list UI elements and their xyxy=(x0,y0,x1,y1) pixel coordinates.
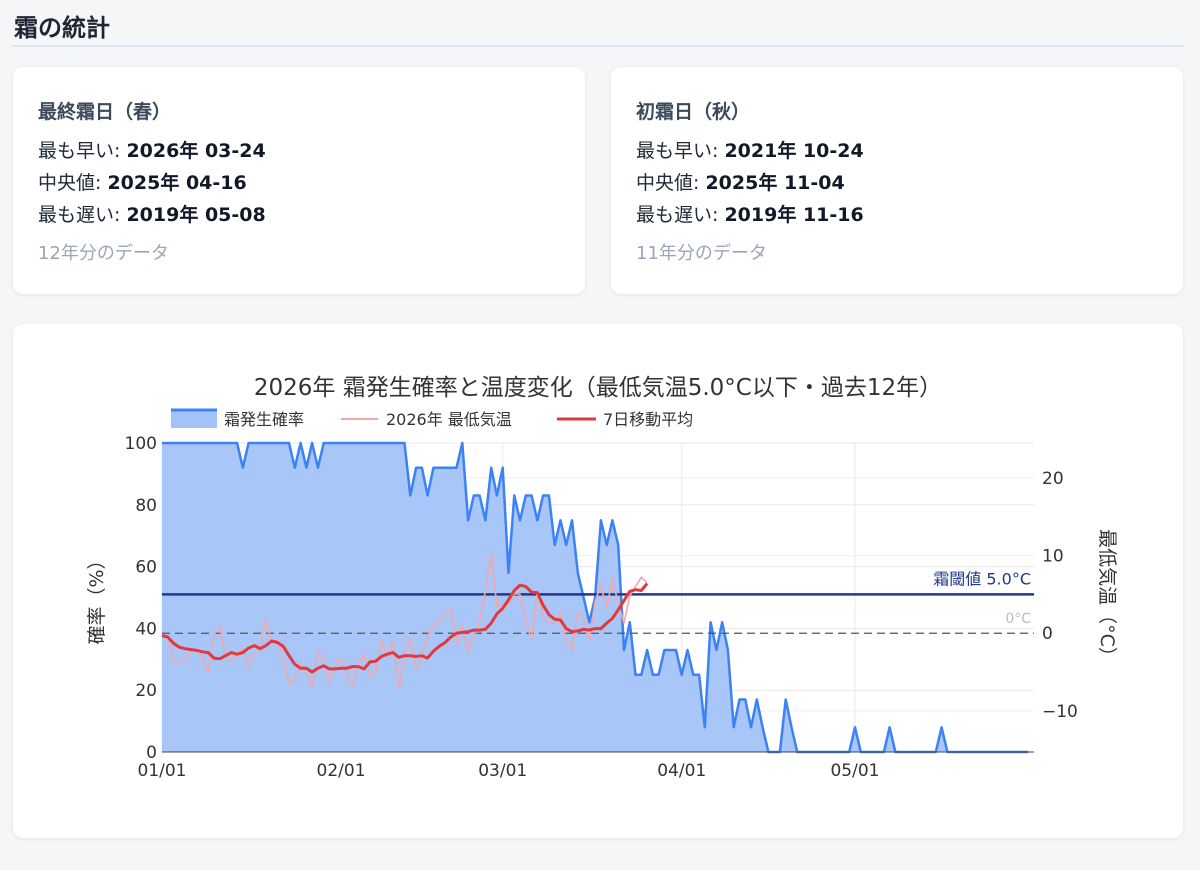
y2-axis-title: 最低気温（°C） xyxy=(1096,529,1118,666)
last-frost-earliest: 最も早い: 2026年 03-24 xyxy=(38,136,266,163)
y-tick-label: 60 xyxy=(135,558,157,578)
last-frost-heading: 最終霜日（春） xyxy=(38,101,172,123)
y2-tick-label: −10 xyxy=(1042,702,1078,722)
title-divider xyxy=(12,45,1184,47)
page-title: 霜の統計 xyxy=(14,14,110,42)
y2-tick-label: 20 xyxy=(1042,469,1064,489)
last-frost-card: 最終霜日（春） 最も早い: 2026年 03-24 中央値: 2025年 04-… xyxy=(13,67,585,294)
first-frost-earliest: 最も早い: 2021年 10-24 xyxy=(636,136,864,163)
last-frost-median: 中央値: 2025年 04-16 xyxy=(38,168,247,195)
last-frost-latest: 最も遅い: 2019年 05-08 xyxy=(38,200,266,227)
latest-value: 2019年 05-08 xyxy=(126,204,266,226)
median-label: 中央値: xyxy=(38,172,108,194)
x-tick-label: 03/01 xyxy=(478,761,527,781)
first-frost-heading: 初霜日（秋） xyxy=(636,101,751,123)
zero-degree-label: 0°C xyxy=(1005,611,1031,627)
legend-label-probability: 霜発生確率 xyxy=(224,410,304,429)
frost-chart-card: 0°C 霜閾値 5.0°C 0 20 40 60 80 100 −10 0 10 20 01/01 02/… xyxy=(13,324,1183,838)
frost-threshold-label: 霜閾値 5.0°C xyxy=(933,569,1031,588)
last-frost-data-note: 12年分のデータ xyxy=(38,243,169,264)
earliest-label: 最も早い: xyxy=(38,140,127,162)
earliest-value: 2026年 03-24 xyxy=(126,140,266,162)
x-tick-label: 04/01 xyxy=(657,761,706,781)
legend-label-moving-average: 7日移動平均 xyxy=(603,410,693,429)
x-tick-label: 05/01 xyxy=(830,761,879,781)
earliest-label: 最も早い: xyxy=(636,140,725,162)
first-frost-data-note: 11年分のデータ xyxy=(636,243,767,264)
median-value: 2025年 04-16 xyxy=(107,172,247,194)
y-tick-label: 40 xyxy=(135,619,157,639)
legend-label-min-temp: 2026年 最低気温 xyxy=(386,410,512,429)
y2-tick-label: 10 xyxy=(1042,547,1064,567)
y-tick-label: 20 xyxy=(135,681,157,701)
frost-probability-chart: 0°C 霜閾値 5.0°C 0 20 40 60 80 100 −10 0 10 20 01/01 02/… xyxy=(86,375,1118,781)
y-tick-label: 0 xyxy=(146,743,157,763)
latest-label: 最も遅い: xyxy=(38,204,127,226)
y-tick-label: 100 xyxy=(125,434,157,454)
median-label: 中央値: xyxy=(636,172,706,194)
chart-title: 2026年 霜発生確率と温度変化（最低気温5.0°C以下・過去12年） xyxy=(254,375,942,401)
median-value: 2025年 11-04 xyxy=(705,172,845,194)
y-axis-title: 確率（%） xyxy=(86,550,108,644)
latest-value: 2019年 11-16 xyxy=(724,204,864,226)
x-tick-label: 01/01 xyxy=(138,761,187,781)
legend-swatch-probability xyxy=(171,410,217,428)
first-frost-latest: 最も遅い: 2019年 11-16 xyxy=(636,200,864,227)
x-tick-label: 02/01 xyxy=(317,761,366,781)
first-frost-median: 中央値: 2025年 11-04 xyxy=(636,168,845,195)
y2-tick-label: 0 xyxy=(1042,624,1053,644)
y-tick-label: 80 xyxy=(135,496,157,516)
latest-label: 最も遅い: xyxy=(636,204,725,226)
earliest-value: 2021年 10-24 xyxy=(724,140,864,162)
first-frost-card: 初霜日（秋） 最も早い: 2021年 10-24 中央値: 2025年 11-0… xyxy=(611,67,1183,294)
